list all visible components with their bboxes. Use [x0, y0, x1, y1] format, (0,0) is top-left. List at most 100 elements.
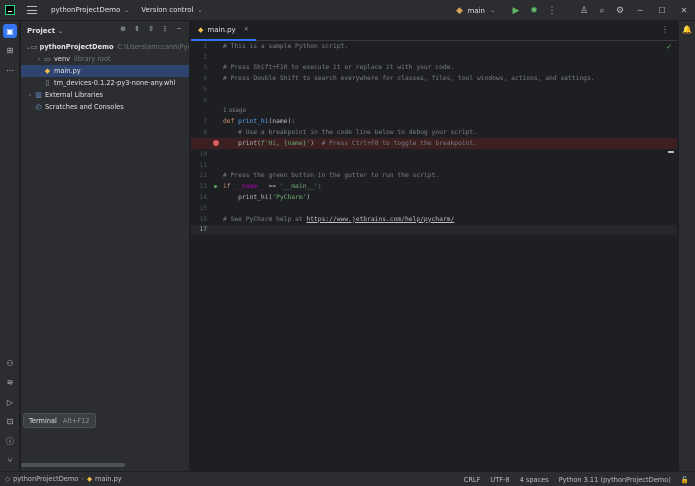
- debug-icon[interactable]: ✹: [525, 6, 543, 16]
- project-selector[interactable]: pythonProjectDemo ⌄: [51, 6, 129, 14]
- run-gutter-icon[interactable]: ▶: [214, 183, 218, 190]
- code-comment: # Press Ctrl+F8 to toggle the breakpoint…: [321, 140, 478, 148]
- code-line: 8 # Use a breakpoint in the code line be…: [191, 127, 677, 138]
- lock-icon[interactable]: 🔓: [681, 476, 689, 484]
- git-tool-icon[interactable]: ⑂: [3, 453, 17, 467]
- chevron-down-icon[interactable]: ⌄: [58, 28, 63, 35]
- code-line: 14 print_hi('PyCharm'): [191, 192, 677, 203]
- code-keyword: def: [223, 118, 239, 126]
- problems-tool-icon[interactable]: ⓘ: [3, 434, 17, 448]
- code-editor[interactable]: 1 # This is a sample Python script. 2 3 # …: [191, 41, 677, 236]
- project-name: pythonProjectDemo: [51, 6, 121, 14]
- run-icon[interactable]: ▶: [507, 6, 525, 16]
- code-string: 'PyCharm': [272, 194, 307, 202]
- options-icon[interactable]: ⋮: [159, 25, 171, 33]
- line-number: 8: [203, 129, 207, 137]
- line-number: 13: [199, 183, 207, 191]
- project-tool-icon[interactable]: ▣: [3, 24, 17, 38]
- tab-options-icon[interactable]: ⋮: [661, 25, 669, 34]
- code-line: 5: [191, 84, 677, 95]
- project-panel-title[interactable]: Project: [27, 27, 55, 35]
- breadcrumb-file[interactable]: main.py: [95, 475, 122, 483]
- tree-item-label: pythonProjectDemo: [39, 43, 114, 51]
- code-text: ==: [264, 183, 280, 191]
- main-menu-icon[interactable]: [27, 5, 37, 15]
- account-icon[interactable]: ♙: [575, 6, 593, 16]
- library-icon: ▥: [35, 91, 42, 99]
- indent-widget[interactable]: 4 spaces: [520, 476, 549, 484]
- status-bar: ◇ pythonProjectDemo › ◆ main.py CRLF UTF…: [0, 471, 695, 486]
- line-number: 5: [203, 86, 207, 94]
- breakpoint-icon[interactable]: [213, 139, 219, 146]
- code-keyword: if: [223, 183, 235, 191]
- settings-gear-icon[interactable]: ⚙: [611, 6, 629, 16]
- vcs-menu[interactable]: Version control ⌄: [141, 6, 202, 14]
- code-line-current: 17: [191, 224, 677, 236]
- tab-main-py[interactable]: ◆ main.py ✕: [191, 21, 256, 41]
- run-config-name: main: [467, 6, 485, 15]
- tree-item-project-root[interactable]: ⌄ ▭ pythonProjectDemo C:\Users\amccann\P…: [21, 41, 189, 53]
- more-tools-icon[interactable]: ⋯: [3, 63, 17, 77]
- python-file-icon: ◆: [198, 25, 204, 34]
- code-string: f'Hi, {name}': [260, 140, 311, 148]
- code-text: # This is a sample Python script.: [223, 42, 349, 50]
- tree-item-label: venv: [54, 55, 71, 63]
- line-number: 14: [199, 194, 207, 202]
- help-link[interactable]: https://www.jetbrains.com/help/pycharm/: [306, 216, 454, 223]
- code-text: # Press Double Shift to search everywher…: [223, 75, 595, 83]
- tree-item-label: External Libraries: [45, 91, 103, 99]
- tree-item-main-py[interactable]: ◆ main.py: [21, 65, 189, 77]
- encoding-widget[interactable]: UTF-8: [490, 476, 509, 484]
- folder-icon: ▭: [31, 43, 38, 51]
- terminal-tool-icon[interactable]: ⊡: [3, 414, 17, 428]
- project-panel-header: Project ⌄ ⊕ ⇕ ⇳ ⋮ ─: [21, 21, 189, 41]
- chevron-right-icon[interactable]: ›: [35, 56, 43, 63]
- breadcrumb-project[interactable]: pythonProjectDemo: [13, 475, 78, 483]
- interpreter-widget[interactable]: Python 3.11 (pythonProjectDemo): [559, 476, 671, 484]
- breadcrumb-separator-icon: ›: [81, 475, 84, 483]
- run-config-selector[interactable]: ◆ main ⌄: [454, 6, 495, 16]
- structure-tool-icon[interactable]: ⊞: [3, 43, 17, 57]
- python-packages-icon[interactable]: ⚇: [3, 356, 17, 370]
- search-icon[interactable]: ⌕: [593, 6, 611, 16]
- tooltip-label: Terminal: [29, 416, 57, 425]
- chevron-down-icon: ⌄: [489, 7, 495, 14]
- close-icon[interactable]: ✕: [673, 6, 695, 15]
- code-text: ): [310, 140, 322, 148]
- vcs-label: Version control: [141, 6, 194, 14]
- collapse-all-icon[interactable]: ⇳: [145, 25, 157, 33]
- code-line: 7 def print_hi (name):: [191, 117, 677, 128]
- line-number: 7: [203, 118, 207, 126]
- maximize-icon[interactable]: ☐: [651, 6, 673, 15]
- tree-item-whl[interactable]: ▯ tm_devices-0.1.22-py3-none-any.whl: [21, 77, 189, 89]
- tree-item-label: Scratches and Consoles: [45, 103, 124, 111]
- line-number: 1: [203, 42, 207, 50]
- chevron-right-icon[interactable]: ›: [26, 92, 34, 99]
- layers-icon[interactable]: ≋: [3, 375, 17, 389]
- tree-item-venv[interactable]: › ▭ venv library root: [21, 53, 189, 65]
- tree-item-scratches[interactable]: ◴ Scratches and Consoles: [21, 101, 189, 113]
- horizontal-scrollbar[interactable]: [21, 463, 125, 467]
- line-number: 2: [203, 53, 207, 61]
- folder-icon: ▭: [44, 55, 51, 63]
- code-line: 6: [191, 95, 677, 106]
- minimize-icon[interactable]: ─: [629, 6, 651, 15]
- more-actions-icon[interactable]: ⋮: [543, 6, 561, 16]
- hide-panel-icon[interactable]: ─: [173, 25, 185, 33]
- notifications-icon[interactable]: 🔔: [679, 25, 695, 34]
- code-text: # Use a breakpoint in the code line belo…: [223, 129, 478, 137]
- code-text: print(: [223, 140, 261, 148]
- left-tool-stripe: ▣ ⊞ ⋯ ⚇ ≋ ▷ ⊡ ⓘ ⑂: [0, 21, 20, 471]
- line-separator-widget[interactable]: CRLF: [464, 476, 481, 484]
- expand-all-icon[interactable]: ⇕: [131, 25, 143, 33]
- code-line: 16 # See PyCharm help at https://www.jetb…: [191, 214, 677, 225]
- line-number: 4: [203, 75, 207, 83]
- breadcrumb: ◇ pythonProjectDemo › ◆ main.py: [5, 475, 122, 483]
- tree-item-external-libraries[interactable]: › ▥ External Libraries: [21, 89, 189, 101]
- code-line: 3 # Press Shift+F10 to execute it or repl…: [191, 63, 677, 74]
- usage-hint[interactable]: 1 usage: [223, 108, 246, 114]
- close-tab-icon[interactable]: ✕: [244, 26, 249, 33]
- locate-icon[interactable]: ⊕: [117, 25, 129, 33]
- run-tool-icon[interactable]: ▷: [3, 395, 17, 409]
- line-number: 16: [199, 215, 207, 223]
